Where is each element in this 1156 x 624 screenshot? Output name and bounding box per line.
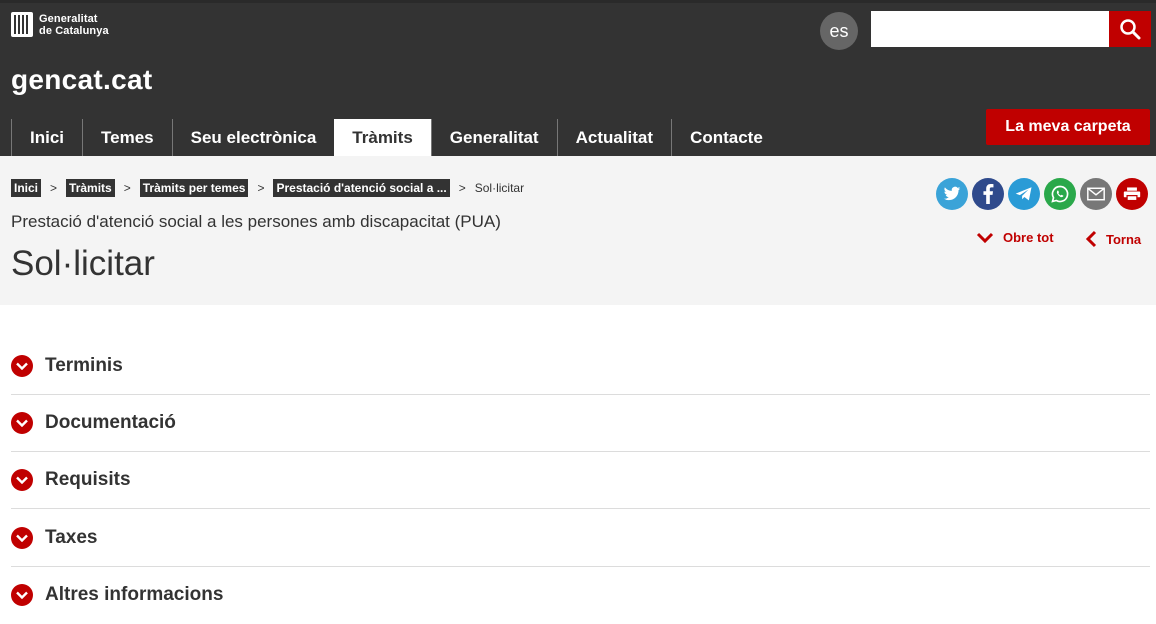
back-label: Torna — [1106, 231, 1142, 247]
nav-item-actualitat[interactable]: Actualitat — [556, 119, 671, 156]
chevron-down-icon — [11, 412, 33, 434]
nav-item-label: Temes — [101, 127, 154, 147]
header-top-line — [0, 0, 1156, 3]
chevron-left-icon — [1085, 230, 1097, 248]
site-header: Generalitat de Catalunya gencat.cat es I… — [0, 0, 1156, 156]
nav-item-generalitat[interactable]: Generalitat — [430, 119, 557, 156]
twitter-share-button[interactable] — [936, 178, 968, 210]
print-icon — [1123, 187, 1141, 202]
nav-item-label: Inici — [30, 127, 65, 147]
breadcrumb-item-tramits-per-temes[interactable]: Tràmits per temes — [139, 179, 249, 197]
email-share-button[interactable] — [1080, 178, 1112, 210]
twitter-icon — [943, 186, 961, 201]
expand-all-label: Obre tot — [1003, 230, 1054, 245]
logo-text: Generalitat de Catalunya — [39, 13, 109, 37]
search-button[interactable] — [1109, 11, 1151, 47]
page-title: Sol·licitar — [11, 244, 155, 283]
accordion-label: Terminis — [45, 355, 123, 376]
chevron-down-icon — [11, 527, 33, 549]
accordion-taxes[interactable]: Taxes — [11, 509, 1150, 567]
back-button[interactable]: Torna — [1085, 230, 1141, 248]
la-meva-carpeta-button[interactable]: La meva carpeta — [986, 109, 1150, 145]
email-icon — [1087, 187, 1105, 201]
search-input[interactable] — [871, 11, 1109, 47]
chevron-down-icon — [11, 469, 33, 491]
accordion-terminis[interactable]: Terminis — [11, 337, 1150, 395]
logo-line-2: de Catalunya — [39, 24, 109, 37]
breadcrumb-separator: > — [257, 181, 265, 195]
chevron-down-icon — [11, 584, 33, 606]
nav-item-label: Actualitat — [575, 127, 654, 147]
nav-item-seu-electronica[interactable]: Seu electrònica — [171, 119, 335, 156]
nav-item-label: Contacte — [690, 127, 763, 147]
nav-item-tramits[interactable]: Tràmits — [334, 119, 431, 156]
breadcrumb-separator: > — [458, 181, 466, 195]
accordion-label: Documentació — [45, 412, 176, 433]
page-subtitle: Prestació d'atenció social a les persone… — [11, 212, 501, 231]
telegram-share-button[interactable] — [1008, 178, 1040, 210]
nav-item-temes[interactable]: Temes — [82, 119, 172, 156]
main-nav: Inici Temes Seu electrònica Tràmits Gene… — [11, 119, 781, 156]
search-icon — [1120, 19, 1141, 40]
chevron-down-icon — [976, 232, 994, 243]
accordion-label: Taxes — [45, 527, 98, 548]
facebook-icon — [983, 184, 994, 204]
breadcrumb-item-tramits[interactable]: Tràmits — [66, 179, 115, 197]
accordion-documentacio[interactable]: Documentació — [11, 395, 1150, 452]
language-button[interactable]: es — [820, 12, 858, 50]
breadcrumb-current: Sol·licitar — [474, 181, 525, 195]
generalitat-logo-icon — [11, 12, 33, 37]
nav-item-label: Tràmits — [352, 127, 413, 147]
accordion-requisits[interactable]: Requisits — [11, 452, 1150, 509]
share-bar — [936, 178, 1148, 210]
breadcrumb-separator: > — [50, 181, 58, 195]
whatsapp-icon — [1051, 185, 1069, 203]
breadcrumb-item-inici[interactable]: Inici — [11, 179, 42, 197]
chevron-down-icon — [11, 355, 33, 377]
generalitat-logo[interactable]: Generalitat de Catalunya — [11, 12, 109, 37]
facebook-share-button[interactable] — [972, 178, 1004, 210]
whatsapp-share-button[interactable] — [1044, 178, 1076, 210]
nav-item-label: Seu electrònica — [190, 127, 317, 147]
breadcrumb-separator: > — [123, 181, 131, 195]
accordion-label: Altres informacions — [45, 584, 224, 605]
expand-all-button[interactable]: Obre tot — [976, 230, 1054, 245]
accordion-label: Requisits — [45, 469, 131, 490]
telegram-icon — [1015, 187, 1032, 201]
logo-line-1: Generalitat — [39, 12, 98, 25]
nav-item-label: Generalitat — [449, 127, 539, 147]
accordion-altres-informacions[interactable]: Altres informacions — [11, 567, 1150, 624]
nav-item-inici[interactable]: Inici — [11, 119, 82, 156]
breadcrumb: Inici > Tràmits > Tràmits per temes > Pr… — [11, 179, 524, 197]
breadcrumb-item-prestacio[interactable]: Prestació d'atenció social a ... — [273, 179, 450, 197]
nav-item-contacte[interactable]: Contacte — [671, 119, 781, 156]
print-button[interactable] — [1116, 178, 1148, 210]
site-title[interactable]: gencat.cat — [11, 64, 153, 96]
